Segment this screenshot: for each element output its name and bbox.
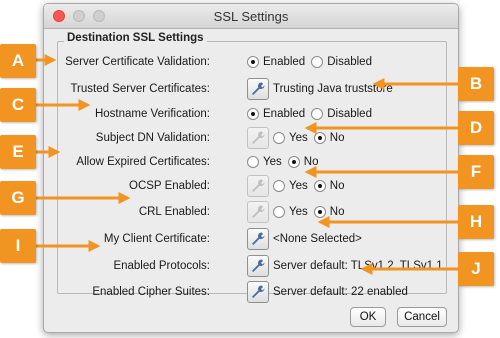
- subject-dn-row: Subject DN Validation: Yes No: [44, 126, 458, 150]
- protocols-control: Server default: TLSv1.2, TLSv1.1: [247, 255, 443, 277]
- ocsp-yes-radio[interactable]: [273, 180, 285, 192]
- callout-i: I: [0, 229, 36, 263]
- radio-label: No: [329, 180, 345, 192]
- ocsp-options: Yes No: [247, 175, 350, 197]
- allow-expired-no-radio[interactable]: [287, 156, 300, 168]
- protocols-wrench-button[interactable]: [247, 255, 269, 277]
- cipher-suites-value: Server default: 22 enabled: [273, 286, 408, 298]
- crl-yes-radio[interactable]: [273, 206, 285, 218]
- cipher-suites-wrench-button[interactable]: [247, 281, 269, 303]
- callout-c: C: [0, 88, 36, 122]
- callout-f: F: [458, 155, 494, 189]
- hostname-verification-label: Hostname Verification:: [94, 108, 210, 120]
- trusted-certs-wrench-button[interactable]: [247, 78, 269, 100]
- wrench-icon: [252, 205, 265, 218]
- allow-expired-row: Allow Expired Certificates: Yes No: [44, 152, 458, 172]
- trusted-certs-row: Trusted Server Certificates: Trusting Ja…: [44, 77, 458, 101]
- cancel-button[interactable]: Cancel: [397, 307, 447, 327]
- protocols-value: Server default: TLSv1.2, TLSv1.1: [273, 260, 443, 272]
- cipher-suites-label: Enabled Cipher Suites:: [92, 286, 210, 298]
- server-cert-validation-row: Server Certificate Validation: Enabled D…: [44, 52, 458, 72]
- hostname-verification-row: Hostname Verification: Enabled Disabled: [44, 104, 458, 124]
- radio-label: No: [303, 156, 319, 168]
- server-cert-validation-enabled-radio[interactable]: [247, 56, 259, 68]
- crl-row: CRL Enabled: Yes No: [44, 200, 458, 224]
- wrench-icon: [252, 232, 265, 245]
- wrench-icon: [252, 285, 265, 298]
- trusted-certs-value: Trusting Java truststore: [273, 83, 393, 95]
- subject-dn-yes-radio[interactable]: [273, 132, 285, 144]
- subject-dn-options: Yes No: [247, 127, 350, 149]
- server-cert-validation-label: Server Certificate Validation:: [65, 56, 210, 68]
- server-cert-validation-options: Enabled Disabled: [247, 56, 378, 68]
- radio-label: No: [329, 206, 345, 218]
- radio-label: Enabled: [263, 108, 306, 120]
- title-bar: SSL Settings: [44, 4, 458, 29]
- allow-expired-yes-radio[interactable]: [247, 156, 259, 168]
- client-cert-label: My Client Certificate:: [103, 233, 210, 245]
- cipher-suites-control: Server default: 22 enabled: [247, 281, 408, 303]
- radio-label: Yes: [263, 156, 282, 168]
- callout-e: E: [0, 135, 36, 169]
- cipher-suites-row: Enabled Cipher Suites: Server default: 2…: [44, 280, 458, 304]
- callout-g: G: [0, 181, 36, 215]
- wrench-icon: [252, 259, 265, 272]
- server-cert-validation-disabled-radio[interactable]: [311, 56, 324, 68]
- wrench-icon: [252, 82, 265, 95]
- crl-options: Yes No: [247, 201, 350, 223]
- hostname-verification-options: Enabled Disabled: [247, 108, 378, 120]
- callout-d: D: [458, 111, 494, 145]
- ocsp-no-radio[interactable]: [313, 180, 326, 192]
- trusted-certs-control: Trusting Java truststore: [247, 78, 393, 100]
- ok-button[interactable]: OK: [350, 307, 386, 327]
- radio-label: Disabled: [327, 108, 372, 120]
- allow-expired-options: Yes No: [247, 156, 324, 168]
- allow-expired-label: Allow Expired Certificates:: [76, 156, 210, 168]
- callout-b: B: [458, 67, 494, 101]
- radio-label: Yes: [289, 206, 308, 218]
- wrench-icon: [252, 179, 265, 192]
- subject-dn-label: Subject DN Validation:: [95, 132, 210, 144]
- client-cert-wrench-button[interactable]: [247, 228, 269, 250]
- wrench-icon: [252, 131, 265, 144]
- ssl-settings-window: SSL Settings Destination SSL Settings Se…: [43, 3, 459, 333]
- crl-label: CRL Enabled:: [138, 206, 210, 218]
- hostname-verification-disabled-radio[interactable]: [311, 108, 324, 120]
- ocsp-label: OCSP Enabled:: [129, 180, 210, 192]
- callout-h: H: [458, 205, 494, 239]
- group-title: Destination SSL Settings: [64, 32, 207, 44]
- trusted-certs-label: Trusted Server Certificates:: [70, 83, 210, 95]
- radio-label: Enabled: [263, 56, 306, 68]
- protocols-label: Enabled Protocols:: [113, 260, 210, 272]
- radio-label: No: [329, 132, 345, 144]
- subject-dn-no-radio[interactable]: [313, 132, 326, 144]
- ocsp-wrench-button: [247, 175, 269, 197]
- ocsp-row: OCSP Enabled: Yes No: [44, 174, 458, 198]
- radio-label: Yes: [289, 132, 308, 144]
- callout-a: A: [0, 44, 36, 78]
- client-cert-value: <None Selected>: [273, 233, 362, 245]
- callout-j: J: [458, 252, 494, 286]
- hostname-verification-enabled-radio[interactable]: [247, 108, 259, 120]
- client-cert-control: <None Selected>: [247, 228, 362, 250]
- protocols-row: Enabled Protocols: Server default: TLSv1…: [44, 254, 458, 278]
- radio-label: Yes: [289, 180, 308, 192]
- crl-wrench-button: [247, 201, 269, 223]
- subject-dn-wrench-button: [247, 127, 269, 149]
- window-title: SSL Settings: [213, 9, 289, 24]
- radio-label: Disabled: [327, 56, 372, 68]
- client-cert-row: My Client Certificate: <None Selected>: [44, 227, 458, 251]
- crl-no-radio[interactable]: [313, 206, 326, 218]
